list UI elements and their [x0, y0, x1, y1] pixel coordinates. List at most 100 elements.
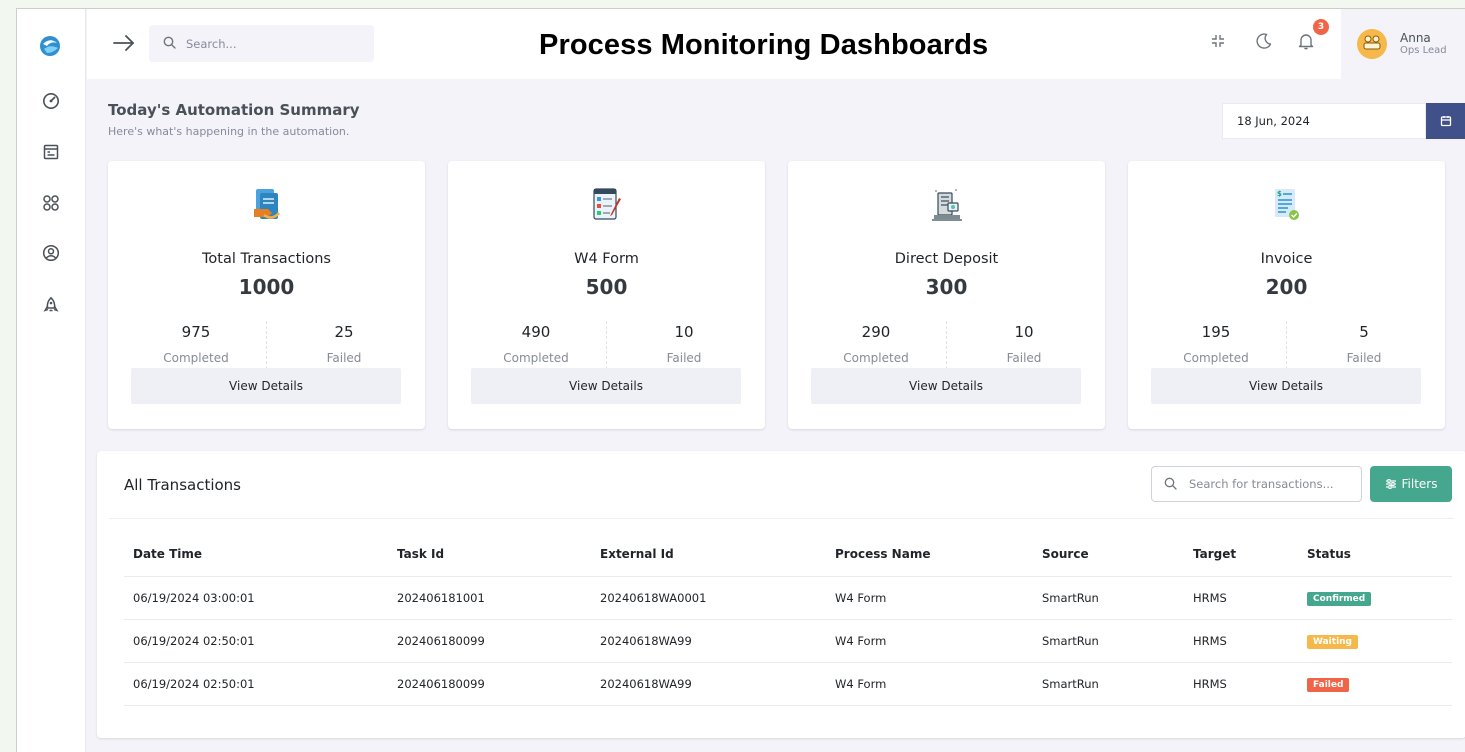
cell-date-time: 06/19/2024 03:00:01: [124, 575, 388, 619]
moon-icon: [1255, 32, 1273, 54]
card-title: Total Transactions: [202, 251, 331, 267]
failed-label: Failed: [666, 351, 702, 365]
column-header[interactable]: Status: [1298, 533, 1452, 576]
search-icon: [163, 34, 176, 53]
sidebar-item-reports[interactable]: [41, 144, 61, 164]
notification-badge: 3: [1313, 19, 1329, 35]
cell-source: SmartRun: [1033, 618, 1184, 662]
calendar-list-icon: [42, 143, 60, 165]
topbar: Process Monitoring Dashboards 3: [87, 9, 1465, 79]
completed-label: Completed: [163, 351, 229, 365]
global-search-input[interactable]: [186, 36, 356, 51]
completed-count: 290: [861, 323, 891, 341]
view-details-button[interactable]: View Details: [811, 368, 1081, 404]
sliders-icon: [1385, 478, 1397, 490]
view-details-button[interactable]: View Details: [471, 368, 741, 404]
cell-task-id: 202406180099: [388, 618, 591, 662]
cell-task-id: 202406181001: [388, 575, 591, 619]
status-badge: Confirmed: [1307, 591, 1372, 606]
calendar-icon: [1440, 112, 1452, 131]
app-logo[interactable]: [39, 35, 61, 57]
cell-external-id: 20240618WA0001: [591, 575, 826, 619]
minimize-icon: [1210, 33, 1226, 53]
date-picker[interactable]: 18 Jun, 2024: [1222, 103, 1426, 139]
table-row[interactable]: 06/19/2024 03:00:01 202406181001 2024061…: [124, 575, 1452, 619]
sidebar-item-dashboard[interactable]: [41, 93, 61, 113]
user-name: Anna: [1400, 30, 1431, 45]
filters-button[interactable]: Filters: [1370, 466, 1452, 502]
summary-card-w4-form: W4 Form 500 490 10 Completed Failed View…: [448, 161, 765, 429]
summary-card-direct-deposit: Direct Deposit 300 290 10 Completed Fail…: [788, 161, 1105, 429]
rocket-icon: [42, 296, 60, 318]
summary-card-total: Total Transactions 1000 975 25 Completed…: [108, 161, 425, 429]
transactions-panel: All Transactions Filters Date Time Task …: [97, 451, 1465, 738]
user-role: Ops Lead: [1400, 45, 1447, 57]
status-badge: Waiting: [1307, 634, 1359, 649]
completed-label: Completed: [1183, 351, 1249, 365]
sidebar: [17, 9, 86, 752]
cell-date-time: 06/19/2024 02:50:01: [124, 661, 388, 706]
app-frame: Process Monitoring Dashboards 3: [16, 8, 1465, 752]
failed-count: 10: [674, 323, 694, 341]
svg-text:$: $: [1277, 190, 1282, 198]
column-header[interactable]: Date Time: [124, 533, 388, 576]
card-title: W4 Form: [574, 251, 639, 267]
completed-count: 195: [1201, 323, 1231, 341]
completed-label: Completed: [843, 351, 909, 365]
card-total: 200: [1265, 275, 1308, 299]
column-header[interactable]: Task Id: [388, 533, 591, 576]
user-menu[interactable]: Anna Ops Lead: [1341, 9, 1465, 79]
filters-label: Filters: [1401, 477, 1438, 491]
card-total: 1000: [238, 275, 295, 299]
cell-external-id: 20240618WA99: [591, 661, 826, 706]
cell-status: Confirmed: [1298, 575, 1452, 619]
date-picker-button[interactable]: [1426, 103, 1465, 139]
column-header[interactable]: Source: [1033, 533, 1184, 576]
failed-label: Failed: [1346, 351, 1382, 365]
view-details-button[interactable]: View Details: [1151, 368, 1421, 404]
sidebar-toggle-button[interactable]: [111, 31, 137, 55]
column-header[interactable]: External Id: [591, 533, 826, 576]
page-title: Process Monitoring Dashboards: [539, 29, 989, 61]
cell-process-name: W4 Form: [826, 661, 1033, 706]
table-row[interactable]: 06/19/2024 02:50:01 202406180099 2024061…: [124, 618, 1452, 662]
invoice-icon: $: [1266, 185, 1306, 225]
transactions-title: All Transactions: [124, 476, 241, 494]
failed-count: 25: [334, 323, 354, 341]
notifications-button[interactable]: [1295, 32, 1317, 54]
sidebar-item-launch[interactable]: [41, 296, 61, 318]
cell-status: Failed: [1298, 661, 1452, 706]
completed-count: 490: [521, 323, 551, 341]
gauge-icon: [42, 92, 60, 114]
column-header[interactable]: Target: [1184, 533, 1298, 576]
user-circle-icon: [42, 244, 60, 266]
card-title: Direct Deposit: [894, 251, 999, 267]
status-badge: Failed: [1307, 677, 1350, 692]
fullscreen-button[interactable]: [1207, 32, 1229, 54]
stat-divider: [606, 321, 607, 369]
cell-task-id: 202406180099: [388, 661, 591, 706]
cell-target: HRMS: [1184, 618, 1298, 662]
view-details-button[interactable]: View Details: [131, 368, 401, 404]
transactions-search-input[interactable]: [1189, 477, 1359, 491]
summary-subtitle: Here's what's happening in the automatio…: [108, 125, 350, 138]
stat-divider: [946, 321, 947, 369]
column-header[interactable]: Process Name: [826, 533, 1033, 576]
completed-label: Completed: [503, 351, 569, 365]
team-avatar-icon: [1362, 33, 1382, 55]
completed-count: 975: [181, 323, 211, 341]
sidebar-item-apps[interactable]: [41, 195, 61, 215]
search-icon: [1164, 475, 1177, 494]
global-search[interactable]: [149, 25, 374, 62]
stat-divider: [266, 321, 267, 369]
failed-label: Failed: [1006, 351, 1042, 365]
documents-icon: [246, 185, 286, 225]
transactions-table: Date Time Task Id External Id Process Na…: [124, 533, 1452, 706]
failed-count: 5: [1359, 323, 1369, 341]
sidebar-item-profile[interactable]: [41, 244, 61, 266]
card-title: Invoice: [1260, 251, 1313, 267]
dark-mode-button[interactable]: [1253, 32, 1275, 54]
transactions-search[interactable]: [1151, 466, 1362, 502]
stat-divider: [1286, 321, 1287, 369]
table-row[interactable]: 06/19/2024 02:50:01 202406180099 2024061…: [124, 661, 1452, 706]
